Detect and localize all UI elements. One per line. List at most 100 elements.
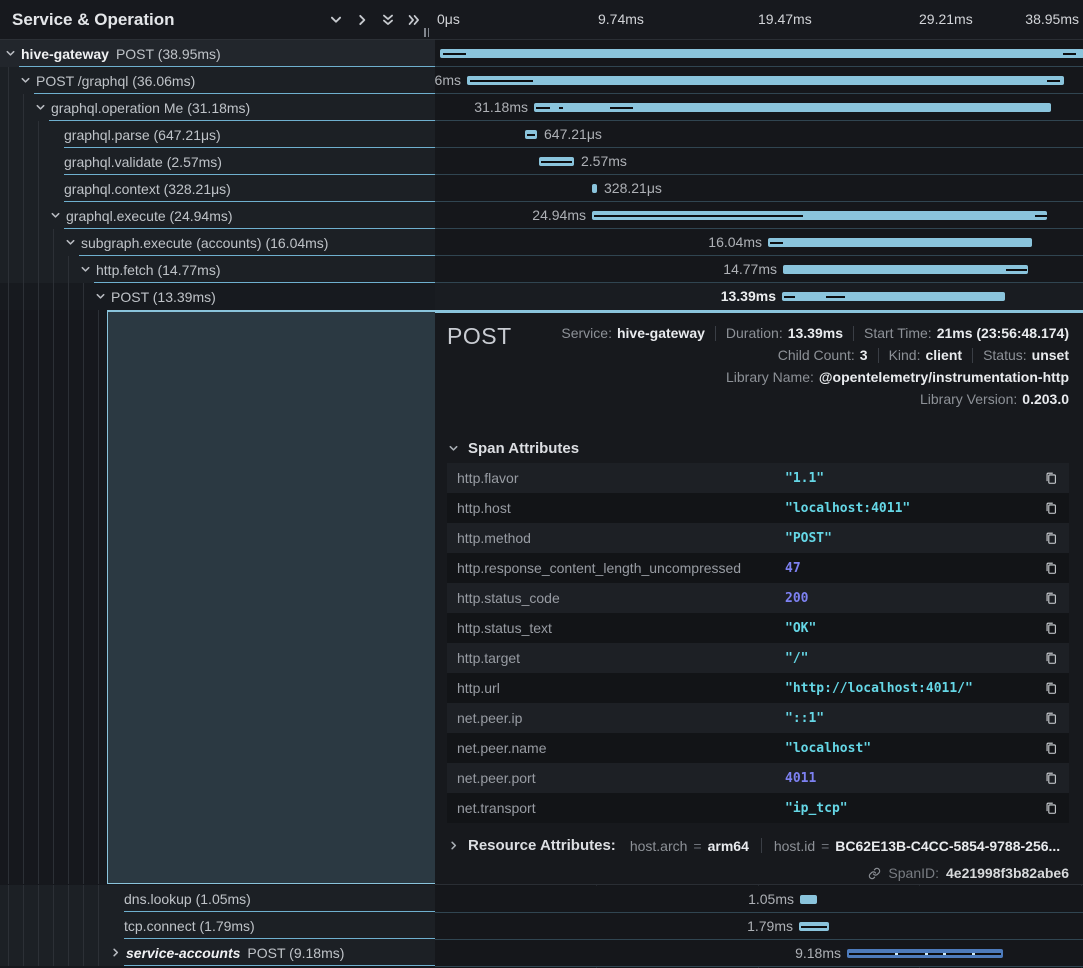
copy-icon[interactable] bbox=[1041, 678, 1061, 698]
timeline-row[interactable]: 647.21μs bbox=[435, 121, 1083, 148]
span-bar[interactable] bbox=[782, 292, 1005, 301]
chevron-down-icon[interactable] bbox=[323, 7, 349, 33]
meta-line: Library Name:@opentelemetry/instrumentat… bbox=[726, 366, 1069, 388]
copy-icon[interactable] bbox=[1041, 468, 1061, 488]
chevron-right-icon[interactable] bbox=[110, 947, 121, 958]
tree-row[interactable]: service-accountsPOST (9.18ms) bbox=[0, 939, 435, 966]
tree-header: Service & Operation bbox=[0, 0, 435, 40]
chevron-down-icon[interactable] bbox=[50, 210, 61, 221]
tree-row[interactable]: tcp.connect (1.79ms) bbox=[0, 912, 435, 939]
span-name: subgraph.execute (accounts) (16.04ms) bbox=[0, 229, 435, 256]
tree-row[interactable]: graphql.validate (2.57ms) bbox=[0, 148, 435, 175]
span-bar[interactable] bbox=[768, 238, 1032, 247]
chevron-down-icon[interactable] bbox=[80, 264, 91, 275]
attribute-value: 47 bbox=[785, 561, 1041, 576]
span-name: POST /graphql (36.06ms) bbox=[0, 67, 435, 94]
timeline-row[interactable]: 2.57ms bbox=[435, 148, 1083, 175]
span-name: hive-gatewayPOST (38.95ms) bbox=[0, 40, 435, 67]
resource-value: BC62E13B-C4CC-5854-9788-256... bbox=[835, 838, 1060, 854]
attribute-key: http.target bbox=[457, 650, 785, 666]
span-name: graphql.parse (647.21μs) bbox=[0, 121, 435, 148]
indent-guide bbox=[38, 310, 39, 884]
chevron-down-icon[interactable] bbox=[20, 75, 31, 86]
copy-icon[interactable] bbox=[1041, 528, 1061, 548]
chevron-down-icon[interactable] bbox=[95, 291, 106, 302]
operation-name: graphql.operation Me (31.18ms) bbox=[51, 100, 250, 116]
child-span-marker bbox=[770, 242, 783, 245]
timeline-row[interactable]: 14.77ms bbox=[435, 256, 1083, 283]
timeline-row[interactable] bbox=[435, 40, 1083, 67]
chevron-down-icon[interactable] bbox=[5, 48, 16, 59]
child-span-marker bbox=[1035, 215, 1047, 218]
tree-row[interactable]: graphql.execute (24.94ms) bbox=[0, 202, 435, 229]
indent-guide bbox=[98, 310, 99, 884]
chevron-down-icon[interactable] bbox=[35, 102, 46, 113]
attribute-row: http.method"POST" bbox=[447, 523, 1069, 553]
tree-row[interactable]: subgraph.execute (accounts) (16.04ms) bbox=[0, 229, 435, 256]
child-span-marker bbox=[559, 107, 563, 110]
timeline-row[interactable]: 9.18ms bbox=[435, 940, 1083, 967]
attribute-row: http.status_code200 bbox=[447, 583, 1069, 613]
tree-row[interactable]: graphql.parse (647.21μs) bbox=[0, 121, 435, 148]
copy-icon[interactable] bbox=[1041, 708, 1061, 728]
copy-icon[interactable] bbox=[1041, 648, 1061, 668]
timeline-rows-bottom: 1.05ms1.79ms9.18ms bbox=[435, 884, 1083, 968]
selected-span-spacer bbox=[107, 310, 435, 884]
copy-icon[interactable] bbox=[1041, 498, 1061, 518]
timeline-row[interactable]: 31.18ms bbox=[435, 94, 1083, 121]
equals-sign: = bbox=[693, 838, 701, 854]
indent-guide bbox=[23, 310, 24, 884]
chevron-down-icon[interactable] bbox=[65, 237, 76, 248]
meta-value: 13.39ms bbox=[788, 325, 843, 341]
duration-label: 36.06ms bbox=[435, 67, 461, 94]
attribute-value: "/" bbox=[785, 651, 1041, 666]
span-bar[interactable] bbox=[783, 265, 1028, 274]
copy-icon[interactable] bbox=[1041, 588, 1061, 608]
span-bar[interactable] bbox=[800, 895, 817, 904]
timeline-row[interactable]: 16.04ms bbox=[435, 229, 1083, 256]
meta-value: unset bbox=[1032, 347, 1069, 363]
span-id-value: 4e21998f3b82abe6 bbox=[946, 865, 1069, 881]
column-resizer-handle[interactable] bbox=[424, 28, 429, 37]
event-marker bbox=[972, 953, 975, 955]
timeline-row[interactable]: 1.05ms bbox=[435, 886, 1083, 913]
span-bar[interactable] bbox=[467, 76, 1064, 85]
timeline-ruler: 0μs9.74ms19.47ms29.21ms38.95ms bbox=[435, 0, 1083, 40]
copy-icon[interactable] bbox=[1041, 798, 1061, 818]
attribute-row: http.url"http://localhost:4011/" bbox=[447, 673, 1069, 703]
meta-line: Service:hive-gatewayDuration:13.39msStar… bbox=[561, 322, 1069, 344]
tree-row[interactable]: hive-gatewayPOST (38.95ms) bbox=[0, 40, 435, 67]
child-span-marker bbox=[610, 107, 633, 110]
span-bar[interactable] bbox=[592, 184, 597, 193]
meta-label: Child Count: bbox=[778, 347, 855, 363]
tree-row[interactable]: http.fetch (14.77ms) bbox=[0, 256, 435, 283]
double-chevron-down-icon[interactable] bbox=[375, 7, 401, 33]
attribute-key: http.status_text bbox=[457, 620, 785, 636]
copy-icon[interactable] bbox=[1041, 768, 1061, 788]
meta-label: Service: bbox=[561, 325, 612, 341]
tree-row[interactable]: graphql.context (328.21μs) bbox=[0, 175, 435, 202]
duration-label: 16.04ms bbox=[708, 229, 762, 256]
timeline-row[interactable]: 328.21μs bbox=[435, 175, 1083, 202]
duration-label: 14.77ms bbox=[723, 256, 777, 283]
meta-value: @opentelemetry/instrumentation-http bbox=[819, 369, 1069, 385]
tree-row[interactable]: graphql.operation Me (31.18ms) bbox=[0, 94, 435, 121]
ruler-tick: 9.74ms bbox=[598, 11, 644, 27]
link-icon[interactable] bbox=[868, 867, 881, 880]
span-attributes-section-toggle[interactable]: Span Attributes bbox=[448, 440, 579, 457]
ruler-tick: 29.21ms bbox=[919, 11, 973, 27]
timeline-row[interactable]: 36.06ms bbox=[435, 67, 1083, 94]
duration-label: 24.94ms bbox=[532, 202, 586, 229]
timeline-row[interactable]: 13.39ms bbox=[435, 283, 1083, 310]
timeline-row[interactable]: 24.94ms bbox=[435, 202, 1083, 229]
resource-attributes-row[interactable]: Resource Attributes: host.arch=arm64host… bbox=[448, 837, 1069, 854]
tree-row[interactable]: POST /graphql (36.06ms) bbox=[0, 67, 435, 94]
copy-icon[interactable] bbox=[1041, 738, 1061, 758]
chevron-right-icon[interactable] bbox=[349, 7, 375, 33]
span-bar[interactable] bbox=[440, 49, 1083, 58]
tree-row[interactable]: dns.lookup (1.05ms) bbox=[0, 885, 435, 912]
timeline-row[interactable]: 1.79ms bbox=[435, 913, 1083, 940]
copy-icon[interactable] bbox=[1041, 618, 1061, 638]
tree-row[interactable]: POST (13.39ms) bbox=[0, 283, 435, 310]
copy-icon[interactable] bbox=[1041, 558, 1061, 578]
